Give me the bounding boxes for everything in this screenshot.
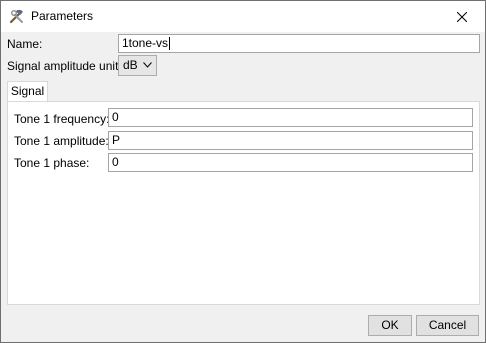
close-button[interactable] (439, 1, 485, 32)
ok-button[interactable]: OK (368, 315, 412, 336)
tab-signal[interactable]: Signal (7, 81, 48, 102)
units-label: Signal amplitude units: (7, 59, 128, 73)
tab-signal-label: Signal (10, 84, 45, 98)
tone1-amplitude-label: Tone 1 amplitude: (14, 134, 109, 148)
cancel-button[interactable]: Cancel (416, 315, 479, 336)
chevron-down-icon (143, 62, 152, 68)
units-dropdown-value: dB (123, 58, 138, 72)
tone1-frequency-field[interactable]: 0 (108, 108, 473, 127)
tone1-amplitude-field[interactable]: P (108, 131, 473, 150)
tone1-phase-label: Tone 1 phase: (14, 156, 90, 170)
name-label: Name: (7, 37, 43, 51)
tone1-frequency-label: Tone 1 frequency: (14, 112, 110, 126)
title-bar[interactable]: Parameters (1, 1, 485, 32)
tone1-phase-field[interactable]: 0 (108, 153, 473, 172)
text-caret (169, 37, 171, 51)
name-field-value: 1tone-vs (122, 36, 169, 50)
close-icon (457, 11, 467, 22)
window-title: Parameters (31, 9, 94, 23)
units-dropdown[interactable]: dB (118, 55, 157, 76)
signal-panel: Tone 1 frequency: 0 Tone 1 amplitude: P … (7, 101, 480, 305)
name-field[interactable]: 1tone-vs (118, 34, 480, 53)
parameters-dialog: Parameters Name: 1tone-vs Signal amplitu… (0, 0, 486, 343)
hammer-wrench-icon (9, 10, 23, 24)
